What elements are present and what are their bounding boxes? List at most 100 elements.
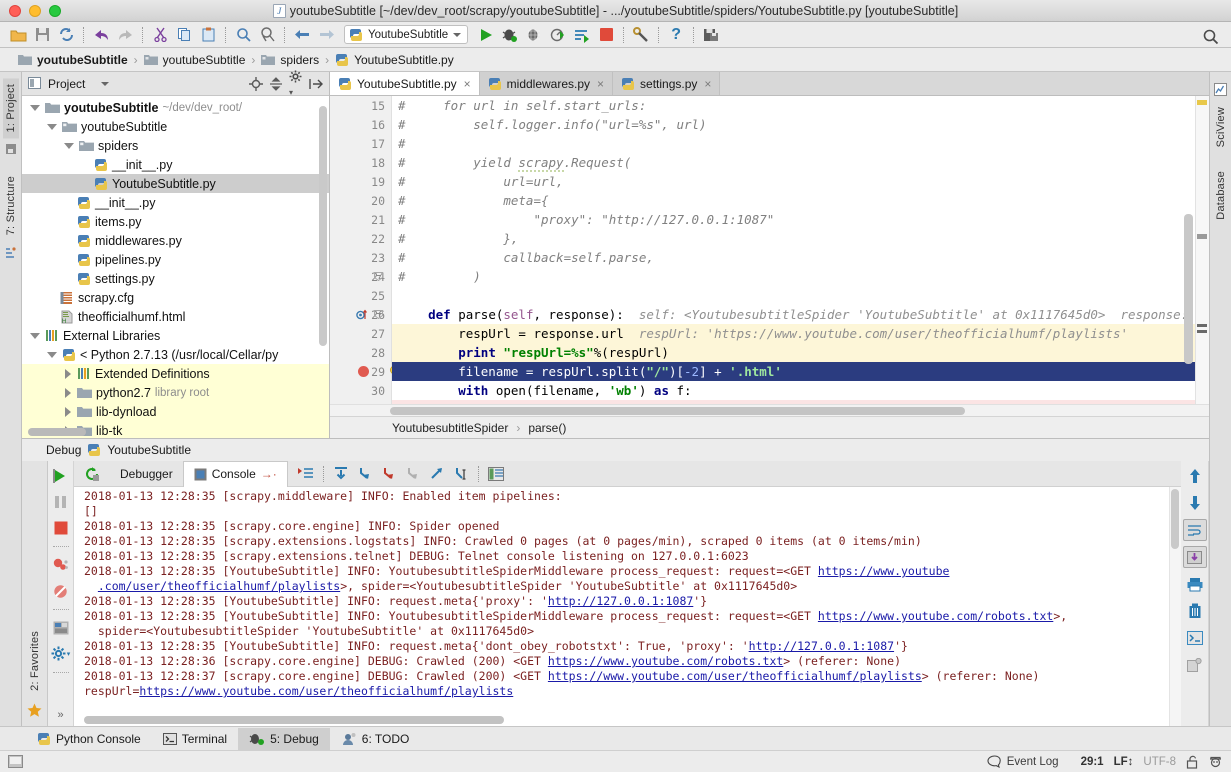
help-icon[interactable]: ? (664, 24, 688, 46)
code-line[interactable]: with open(filename, 'wb') as f: (392, 381, 1209, 400)
gutter-line[interactable]: 29 (330, 362, 391, 381)
scroll-to-end-icon[interactable] (1183, 546, 1207, 568)
unlocked-icon[interactable] (1186, 755, 1198, 769)
chevron-down-icon[interactable] (101, 82, 109, 86)
gutter-line[interactable]: 17 (330, 134, 391, 153)
console-link[interactable]: .com/user/theofficialhumf/playlists (98, 579, 340, 593)
expand-more-icon[interactable]: » (49, 704, 73, 726)
stop-icon[interactable] (594, 24, 618, 46)
open-folder-icon[interactable] (6, 24, 30, 46)
hide-icon[interactable] (309, 77, 323, 91)
chevron-down-icon[interactable] (64, 143, 74, 149)
tree-node[interactable]: Extended Definitions (22, 364, 329, 383)
favorites-star-icon[interactable] (27, 703, 42, 718)
breadcrumb-item-1[interactable]: youtubeSubtitle (144, 53, 252, 67)
back-icon[interactable] (290, 24, 314, 46)
close-icon[interactable]: × (462, 77, 471, 91)
sidebar-item-structure[interactable]: 7: Structure (3, 170, 19, 241)
view-breakpoints-icon[interactable] (49, 554, 73, 576)
cut-icon[interactable] (148, 24, 172, 46)
bottom-tab-debug[interactable]: 5: Debug (238, 728, 330, 750)
chevron-right-icon[interactable] (65, 407, 71, 417)
tree-node[interactable]: __init__.py (22, 155, 329, 174)
editor-tab-middlewares-py[interactable]: middlewares.py× (480, 72, 613, 95)
code-line[interactable]: respUrl = response.url respUrl: 'https:/… (392, 324, 1209, 343)
code-line[interactable]: # url=url, (392, 172, 1209, 191)
tree-node[interactable]: youtubeSubtitle~/dev/dev_root/ (22, 98, 329, 117)
vcs-update-icon[interactable] (699, 24, 723, 46)
rerun-icon[interactable] (80, 463, 104, 485)
tree-horizontal-scrollbar[interactable] (28, 428, 86, 436)
console-link[interactable]: http://127.0.0.1:1087 (749, 639, 894, 653)
close-icon[interactable]: × (595, 77, 604, 91)
console-scroll-track[interactable] (1169, 487, 1181, 726)
sidebar-item-project[interactable]: 1: Project (3, 78, 19, 138)
tree-node[interactable]: pipelines.py (22, 250, 329, 269)
resume-program-icon[interactable] (49, 465, 73, 487)
sidebar-item-database[interactable]: Database (1213, 165, 1229, 226)
editor-gutter[interactable]: 1516171819202122232425262728293031 (330, 96, 392, 404)
tree-node[interactable]: spiders (22, 136, 329, 155)
file-encoding[interactable]: UTF-8 (1143, 756, 1176, 768)
copy-icon[interactable] (172, 24, 196, 46)
gutter-line[interactable]: 27 (330, 324, 391, 343)
tree-node[interactable]: items.py (22, 212, 329, 231)
code-line[interactable]: # meta={ (392, 191, 1209, 210)
fold-marker-icon[interactable] (374, 310, 383, 319)
breadcrumb-item-3[interactable]: YoutubeSubtitle.py (335, 53, 460, 67)
step-out-icon[interactable] (401, 463, 425, 485)
gutter-line[interactable]: 21 (330, 210, 391, 229)
bottom-tab-terminal[interactable]: Terminal (152, 728, 238, 750)
open-terminal-icon[interactable] (1183, 627, 1207, 649)
gutter-line[interactable]: 24 (330, 267, 391, 286)
coverage-icon[interactable] (522, 24, 546, 46)
scroll-down-icon[interactable] (1183, 492, 1207, 514)
save-all-icon[interactable] (30, 24, 54, 46)
run-configuration-selector[interactable]: YoutubeSubtitle (344, 25, 468, 44)
pause-program-icon[interactable] (49, 491, 73, 513)
step-over-icon[interactable] (329, 463, 353, 485)
gutter-line[interactable]: 18 (330, 153, 391, 172)
code-line[interactable]: # ) (392, 267, 1209, 286)
caret-position[interactable]: 29:1 (1081, 756, 1104, 768)
undo-icon[interactable] (89, 24, 113, 46)
tree-node[interactable]: middlewares.py (22, 231, 329, 250)
gutter-line[interactable]: 25 (330, 286, 391, 305)
tab-debugger[interactable]: Debugger (110, 461, 183, 487)
gutter-line[interactable]: 28 (330, 343, 391, 362)
settings-wrench-icon[interactable] (629, 24, 653, 46)
project-tree[interactable]: youtubeSubtitle~/dev/dev_root/youtubeSub… (22, 96, 329, 438)
redo-icon[interactable] (113, 24, 137, 46)
expand-collapse-icon[interactable] (269, 77, 283, 91)
attach-icon[interactable] (570, 24, 594, 46)
console-link[interactable]: https://www.youtube.com/user/theofficial… (548, 669, 922, 683)
gutter-line[interactable]: 15 (330, 96, 391, 115)
scroll-up-icon[interactable] (1183, 465, 1207, 487)
fold-marker-icon[interactable] (374, 272, 383, 281)
sync-icon[interactable] (54, 24, 78, 46)
marker-warning[interactable] (1197, 100, 1207, 105)
code-editor[interactable]: 1516171819202122232425262728293031 # for… (330, 96, 1209, 404)
code-line[interactable]: # "proxy": "http://127.0.0.1:1087" (392, 210, 1209, 229)
code-line[interactable]: # self.logger.info("url=%s", url) (392, 115, 1209, 134)
debug-icon[interactable] (498, 24, 522, 46)
editor-breadcrumb-method[interactable]: parse() (528, 421, 566, 435)
find-icon[interactable] (231, 24, 255, 46)
console-vertical-scrollbar[interactable] (1171, 489, 1179, 549)
console-output-icon[interactable] (294, 463, 318, 485)
gutter-line[interactable]: 16 (330, 115, 391, 134)
sidebar-item-sciview[interactable]: SciView (1213, 101, 1229, 153)
console-link[interactable]: https://www.youtube.com/user/theofficial… (139, 684, 513, 698)
gutter-line[interactable]: 23 (330, 248, 391, 267)
tree-node[interactable]: scrapy.cfg (22, 288, 329, 307)
chevron-down-icon[interactable] (453, 33, 461, 37)
editor-breadcrumb-class[interactable]: YoutubesubtitleSpider (392, 421, 508, 435)
tree-node[interactable]: lib-dynload (22, 402, 329, 421)
structure-small-icon[interactable] (5, 247, 17, 259)
tab-console[interactable]: Console →· (183, 461, 288, 487)
tree-node[interactable]: YoutubeSubtitle.py (22, 174, 329, 193)
gutter-line[interactable]: 20 (330, 191, 391, 210)
code-line[interactable]: # yield scrapy.Request( (392, 153, 1209, 172)
marker-change[interactable] (1197, 324, 1207, 327)
code-line[interactable]: # callback=self.parse, (392, 248, 1209, 267)
